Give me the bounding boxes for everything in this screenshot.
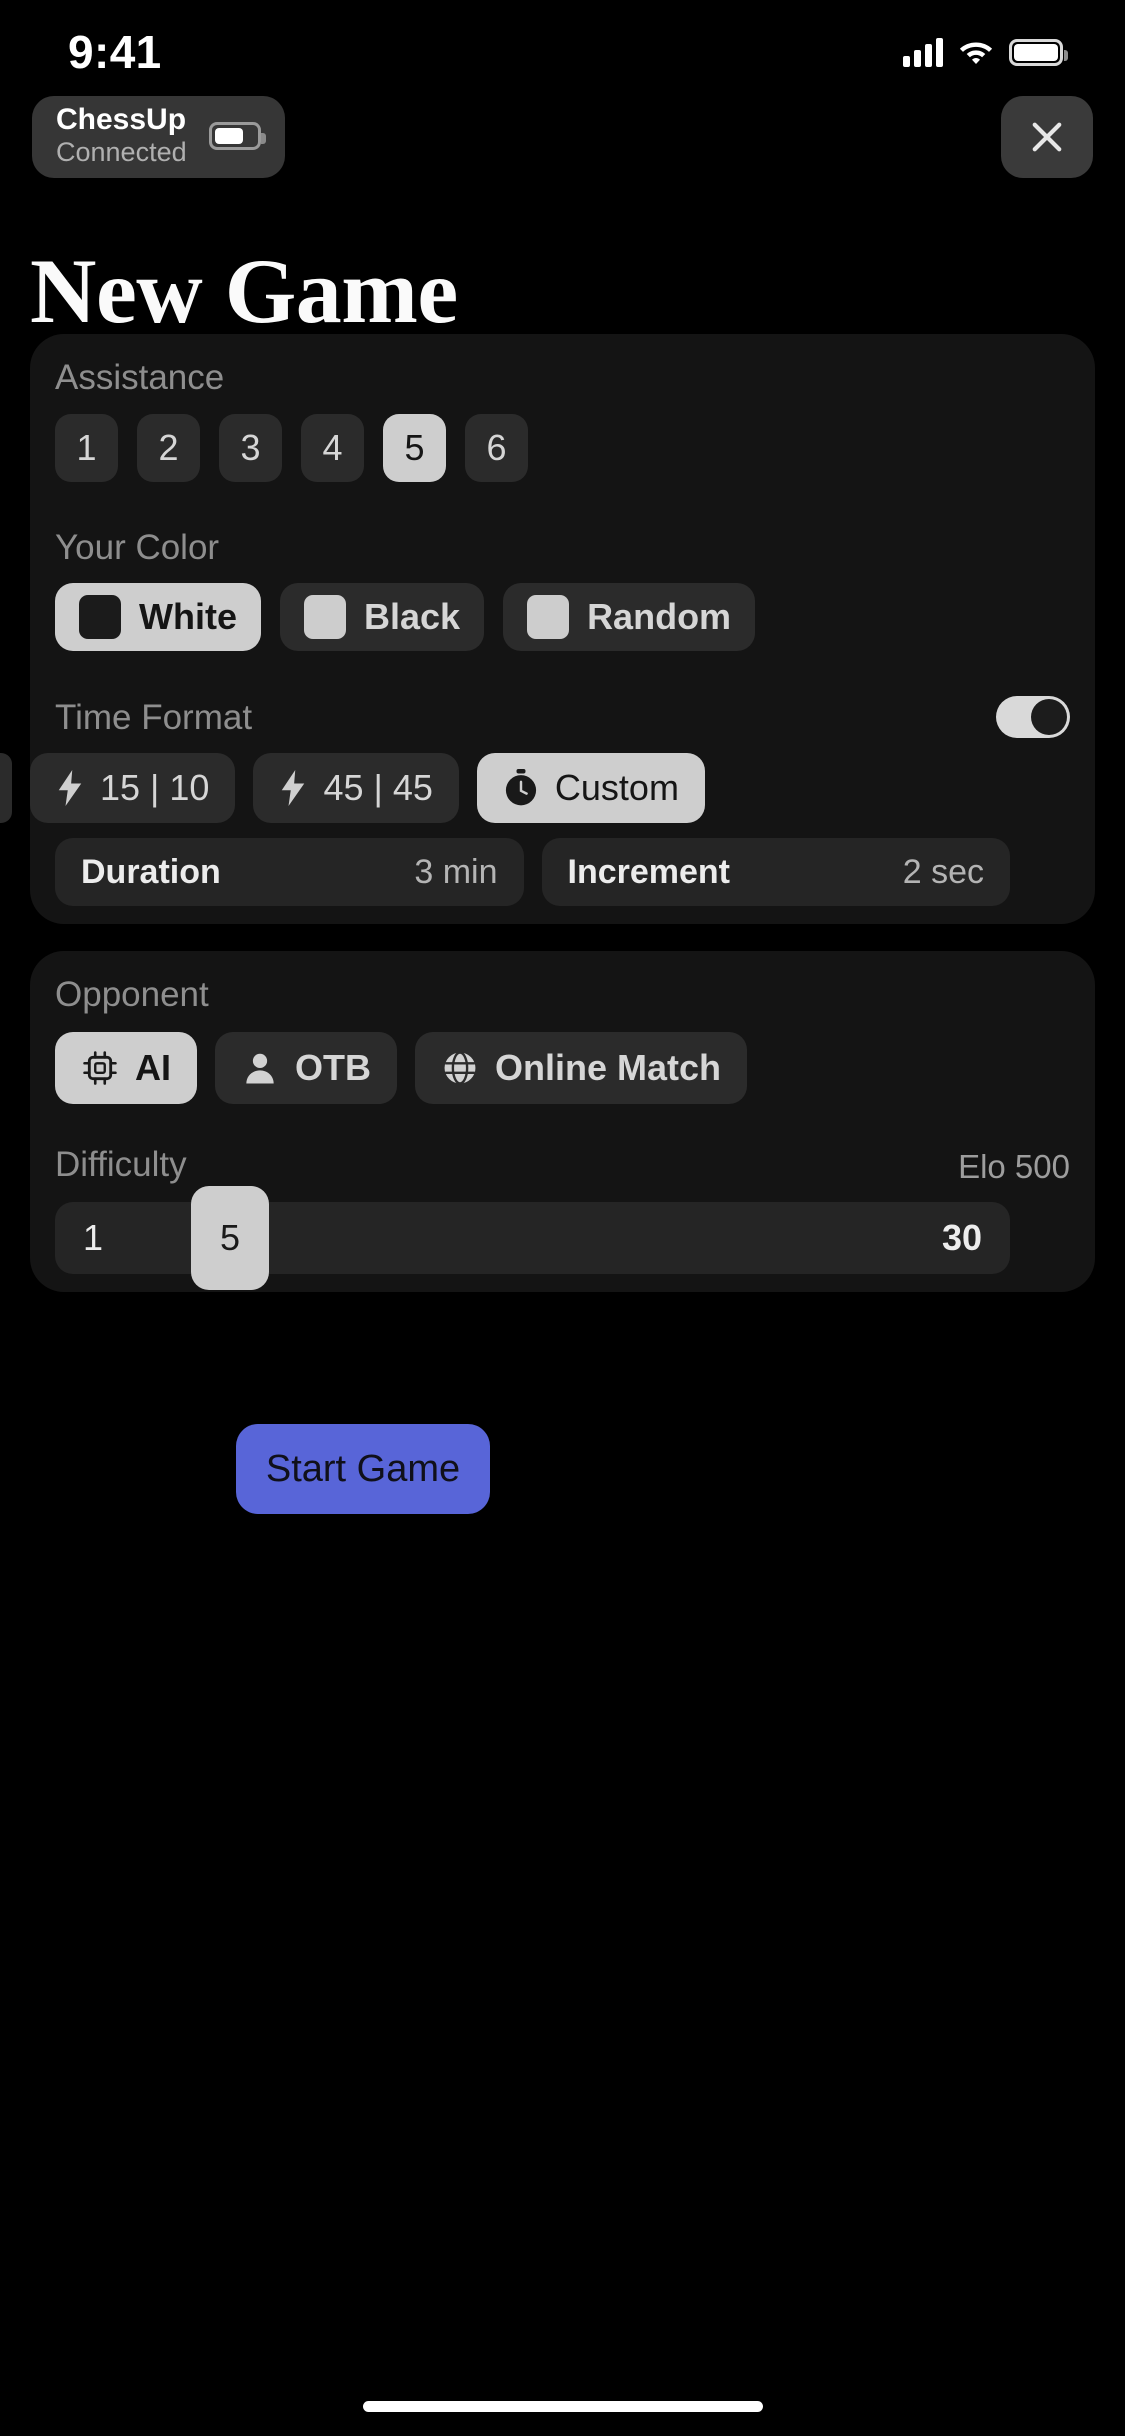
wifi-icon: [958, 38, 994, 66]
color-option-black[interactable]: Black: [279, 583, 485, 651]
duration-field[interactable]: Duration 3 min: [55, 838, 524, 906]
stopwatch-icon: [505, 769, 536, 806]
color-option-random[interactable]: Random: [503, 583, 756, 651]
difficulty-slider-thumb[interactable]: 5: [191, 1186, 269, 1290]
status-bar-icons: [903, 37, 1068, 67]
start-game-button[interactable]: Start Game: [236, 1424, 490, 1514]
duration-value: 3 min: [414, 852, 498, 891]
assistance-option-3[interactable]: 3: [219, 414, 282, 482]
home-indicator: [362, 2401, 763, 2412]
device-text: ChessUp Connected: [56, 103, 187, 168]
time-preset-15-10-label: 15 | 10: [100, 767, 210, 808]
color-option-black-label: Black: [363, 596, 461, 637]
opponent-option-ai-label: AI: [135, 1047, 171, 1088]
assistance-option-6[interactable]: 6: [465, 414, 528, 482]
time-preset-custom[interactable]: Custom: [476, 753, 705, 823]
assistance-option-2[interactable]: 2: [137, 414, 200, 482]
assistance-option-1[interactable]: 1: [55, 414, 118, 482]
cpu-chip-icon: [83, 1051, 117, 1085]
color-swatch-light-icon: [303, 595, 346, 639]
assistance-options: 1 2 3 4 5 6: [55, 414, 528, 482]
opponent-option-online-match[interactable]: Online Match: [415, 1032, 748, 1104]
opponent-option-otb-label: OTB: [295, 1047, 371, 1088]
toggle-knob: [1031, 699, 1067, 735]
battery-icon: [1009, 38, 1068, 66]
increment-label: Increment: [567, 852, 731, 891]
device-battery-icon: [208, 122, 266, 150]
top-bar: ChessUp Connected: [32, 96, 1093, 178]
difficulty-max-label: 30: [941, 1217, 982, 1258]
increment-value: 2 sec: [902, 852, 984, 891]
opponent-option-otb[interactable]: OTB: [215, 1032, 397, 1104]
difficulty-elo-value: Elo 500: [958, 1148, 1070, 1185]
time-preset-partial[interactable]: [0, 753, 12, 823]
close-icon: [1032, 122, 1062, 152]
opponent-label: Opponent: [55, 975, 209, 1014]
time-preset-45-45-label: 45 | 45: [323, 767, 433, 808]
time-preset-custom-label: Custom: [554, 767, 679, 808]
assistance-label: Assistance: [55, 358, 225, 397]
your-color-label: Your Color: [55, 528, 220, 567]
difficulty-slider[interactable]: 1 30 5: [55, 1186, 1010, 1290]
person-icon: [246, 1053, 274, 1084]
time-format-label: Time Format: [55, 698, 253, 737]
device-status-badge[interactable]: ChessUp Connected: [32, 96, 285, 178]
color-swatch-random-icon: [527, 595, 570, 639]
page-title: New Game: [30, 240, 458, 342]
app-screen: 9:41 ChessUp Connected New Game Assistan…: [0, 0, 1125, 2436]
color-option-white-label: White: [139, 596, 237, 637]
device-connection-status: Connected: [56, 136, 187, 167]
assistance-option-5[interactable]: 5: [383, 414, 446, 482]
increment-field[interactable]: Increment 2 sec: [541, 838, 1010, 906]
difficulty-label: Difficulty: [55, 1145, 187, 1184]
lightning-bolt-icon: [58, 770, 82, 806]
time-format-toggle[interactable]: [996, 696, 1070, 738]
assistance-option-4[interactable]: 4: [301, 414, 364, 482]
status-bar-time: 9:41: [68, 26, 162, 78]
time-preset-15-10[interactable]: 15 | 10: [30, 753, 236, 823]
device-name: ChessUp: [56, 103, 187, 137]
color-option-random-label: Random: [587, 596, 732, 637]
globe-icon: [444, 1051, 476, 1085]
time-format-presets: 15 | 10 45 | 45 Custom: [0, 753, 1075, 823]
difficulty-min-label: 1: [83, 1217, 104, 1258]
status-bar: 9:41: [0, 0, 1125, 90]
lightning-bolt-icon: [282, 770, 305, 806]
color-swatch-dark-icon: [79, 595, 121, 639]
opponent-options: AI OTB Online Match: [55, 1032, 748, 1104]
opponent-option-ai[interactable]: AI: [55, 1032, 197, 1104]
time-preset-45-45[interactable]: 45 | 45: [253, 753, 459, 823]
close-button[interactable]: [1001, 96, 1093, 178]
cellular-signal-icon: [903, 37, 943, 67]
duration-label: Duration: [81, 852, 221, 891]
custom-time-fields: Duration 3 min Increment 2 sec: [55, 838, 1010, 906]
opponent-option-online-label: Online Match: [495, 1047, 722, 1088]
your-color-options: White Black Random: [55, 583, 756, 651]
color-option-white[interactable]: White: [55, 583, 261, 651]
